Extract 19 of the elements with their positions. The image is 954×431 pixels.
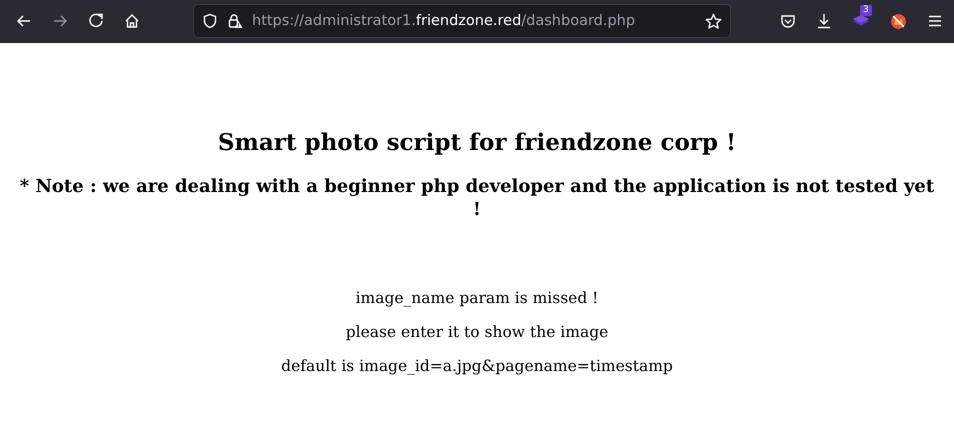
message-text: default is image_id=a.jpg&pagename=timestamp — [281, 357, 673, 375]
pocket-icon[interactable] — [780, 13, 796, 29]
download-icon[interactable] — [816, 13, 832, 29]
reload-icon[interactable] — [88, 13, 104, 29]
note-text: * Note : we are dealing with a beginner php developer and the application is not tested yet ! — [18, 175, 936, 221]
notification-badge: 3 — [860, 5, 872, 16]
blocked-cat-icon[interactable] — [890, 12, 907, 30]
back-arrow-icon[interactable] — [16, 13, 32, 29]
message-text: image_name param is missed ! — [356, 289, 598, 307]
lock-warning-icon[interactable] — [227, 13, 243, 29]
url-text[interactable]: https://administrator1.friendzone.red/dashboard.php — [252, 13, 696, 29]
extension-icon[interactable] — [852, 14, 870, 28]
page-heading: Smart photo script for friendzone corp ! — [216, 129, 738, 156]
star-icon[interactable] — [705, 12, 722, 30]
address-bar[interactable]: https://administrator1.friendzone.red/dashboard.php — [193, 4, 731, 38]
shield-icon[interactable] — [202, 13, 218, 29]
menu-icon[interactable] — [927, 13, 943, 29]
home-icon[interactable] — [124, 13, 140, 29]
message-text: please enter it to show the image — [346, 323, 608, 341]
